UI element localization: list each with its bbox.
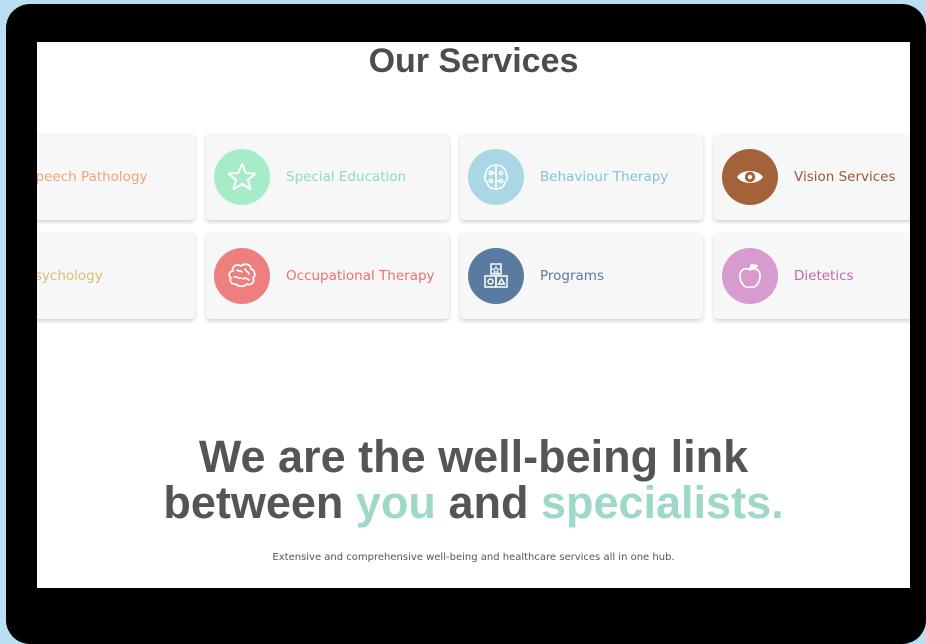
blocks-icon — [468, 248, 524, 304]
headline-text: and — [435, 477, 541, 528]
service-card-behaviour-therapy[interactable]: Behaviour Therapy — [460, 134, 703, 220]
service-card-special-education[interactable]: Special Education — [206, 134, 449, 220]
star-icon — [214, 149, 270, 205]
service-card-vision-services[interactable]: Vision Services — [714, 134, 910, 220]
service-card-speech-pathology[interactable]: Speech Pathology — [37, 134, 195, 220]
service-card-programs[interactable]: Programs — [460, 233, 703, 319]
service-card-dietetics[interactable]: Dietetics — [714, 233, 910, 319]
service-label: Programs — [540, 268, 604, 284]
headline-accent-you: you — [355, 477, 436, 528]
brain-icon — [214, 248, 270, 304]
brain-chip-icon — [468, 149, 524, 205]
headline-accent-specialists: specialists. — [540, 477, 784, 528]
headline-line-1: We are the well-being link — [198, 431, 749, 482]
service-card-occupational-therapy[interactable]: Occupational Therapy — [206, 233, 449, 319]
headline-text: between — [163, 477, 356, 528]
service-label: Speech Pathology — [37, 169, 148, 185]
service-label: Dietetics — [794, 268, 854, 284]
service-label: Behaviour Therapy — [540, 169, 669, 185]
service-label: Psychology — [37, 268, 103, 284]
tagline: Extensive and comprehensive well-being a… — [272, 552, 675, 563]
service-label: Vision Services — [794, 169, 896, 185]
service-card-psychology[interactable]: Psychology — [37, 233, 195, 319]
screen: Our Services Speech Pathology Special Ed… — [37, 42, 910, 588]
service-label: Occupational Therapy — [286, 268, 435, 284]
hero-headline: We are the well-being link between you a… — [37, 434, 910, 526]
apple-icon — [722, 248, 778, 304]
service-label: Special Education — [286, 169, 407, 185]
eye-icon — [722, 149, 778, 205]
section-title: Our Services — [368, 42, 579, 80]
